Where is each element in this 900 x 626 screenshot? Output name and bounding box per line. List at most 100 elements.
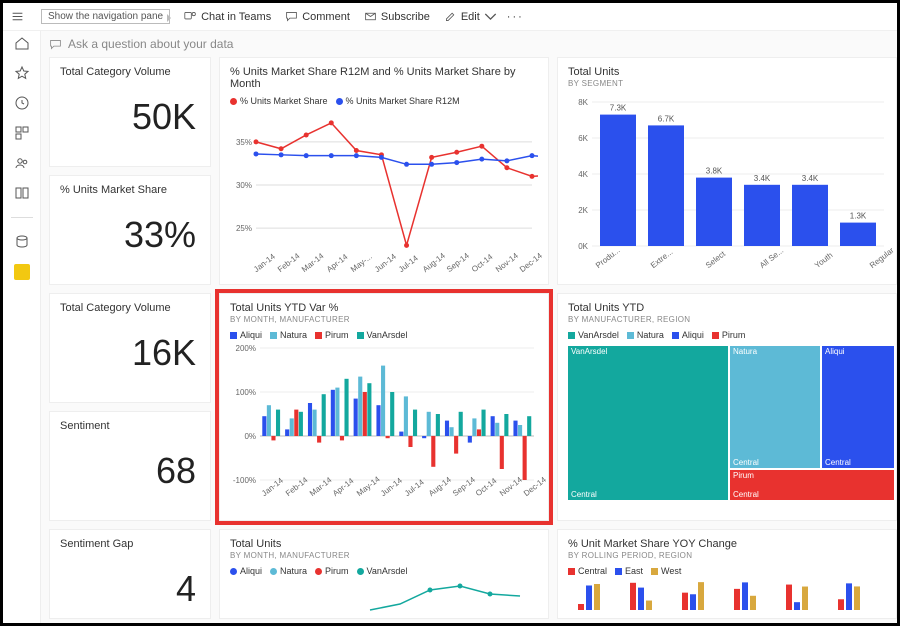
kpi-title: Total Category Volume xyxy=(60,302,200,314)
kpi-category-volume[interactable]: Total Category Volume 50K xyxy=(49,57,211,167)
legend-item: VanArsdel xyxy=(578,330,619,340)
powerbi-icon[interactable] xyxy=(14,264,30,280)
dashboard-canvas: Ask a question about your data Total Cat… xyxy=(41,31,897,623)
tile-title: Total Units xyxy=(230,538,538,550)
kpi-value: 33% xyxy=(60,214,200,256)
home-icon[interactable] xyxy=(14,35,30,51)
tile-total-units-mfr[interactable]: Total Units BY MONTH, MANUFACTURER Aliqu… xyxy=(219,529,549,619)
kpi-sentiment[interactable]: Sentiment 68 xyxy=(49,411,211,521)
kpi-value: 68 xyxy=(60,450,200,492)
tile-title: % Units Market Share R12M and % Units Ma… xyxy=(230,66,538,90)
legend-item: Central xyxy=(578,566,607,576)
chat-teams-button[interactable]: Chat in Teams xyxy=(184,10,271,23)
tree-node-aliqui[interactable]: AliquiCentral xyxy=(822,346,894,468)
svg-text:3.4K: 3.4K xyxy=(802,174,819,183)
svg-text:7.3K: 7.3K xyxy=(610,104,627,113)
bar-chart: 0K2K4K6K8K7.3K6.7K3.8K3.4K3.4K1.3K xyxy=(568,88,888,256)
legend: Aliqui Natura Pirum VanArsdel xyxy=(230,330,538,340)
nav-pane-tooltip: Show the navigation pane xyxy=(41,9,170,24)
kpi-title: % Units Market Share xyxy=(60,184,200,196)
treemap: VanArsdelCentral NaturaCentral AliquiCen… xyxy=(568,346,886,500)
more-button[interactable]: ··· xyxy=(507,11,524,23)
svg-text:2K: 2K xyxy=(578,206,588,215)
people-icon[interactable] xyxy=(14,155,30,171)
top-toolbar: Show the navigation pane Chat in Teams C… xyxy=(3,3,897,31)
comment-icon xyxy=(285,10,298,23)
comment-label: Comment xyxy=(302,11,350,23)
legend-item: West xyxy=(661,566,681,576)
kpi-title: Total Category Volume xyxy=(60,66,200,78)
comment-button[interactable]: Comment xyxy=(285,10,350,23)
legend-item: Aliqui xyxy=(240,566,262,576)
tile-title: Total Units YTD Var % xyxy=(230,302,538,314)
legend-item: % Units Market Share R12M xyxy=(346,96,460,106)
svg-text:6.7K: 6.7K xyxy=(658,114,675,123)
data-icon[interactable] xyxy=(14,234,30,250)
svg-text:0K: 0K xyxy=(578,242,588,251)
svg-text:35%: 35% xyxy=(236,138,252,147)
chevron-down-icon xyxy=(484,10,497,23)
legend-item: Pirum xyxy=(722,330,746,340)
tile-share-trend[interactable]: % Units Market Share R12M and % Units Ma… xyxy=(219,57,549,285)
tile-subtitle: BY ROLLING PERIOD, REGION xyxy=(568,551,886,560)
legend-item: VanArsdel xyxy=(367,330,408,340)
tile-title: Total Units xyxy=(568,66,886,78)
legend-item: Natura xyxy=(280,566,307,576)
apps-icon[interactable] xyxy=(14,125,30,141)
svg-text:8K: 8K xyxy=(578,98,588,107)
tree-node-pirum[interactable]: PirumCentral xyxy=(730,470,894,500)
legend: % Units Market Share % Units Market Shar… xyxy=(230,96,538,106)
qa-placeholder: Ask a question about your data xyxy=(68,37,233,51)
svg-text:1.3K: 1.3K xyxy=(850,212,867,221)
tile-subtitle: BY MONTH, MANUFACTURER xyxy=(230,315,538,324)
line-chart-partial xyxy=(230,580,538,615)
legend: VanArsdel Natura Aliqui Pirum xyxy=(568,330,886,340)
kpi-title: Sentiment xyxy=(60,420,200,432)
qa-input[interactable]: Ask a question about your data xyxy=(49,37,889,51)
tile-units-segment[interactable]: Total Units BY SEGMENT 0K 2K 4K 6K 8K 7.3K 6.7… xyxy=(557,57,897,285)
svg-text:4K: 4K xyxy=(578,170,588,179)
legend-item: Pirum xyxy=(325,566,349,576)
legend-item: Pirum xyxy=(325,330,349,340)
line-chart: 25% 30% 35% xyxy=(230,110,538,260)
bar-chart-partial xyxy=(568,580,888,610)
edit-label: Edit xyxy=(461,11,480,23)
kpi-value: 50K xyxy=(60,96,200,138)
chat-label: Chat in Teams xyxy=(201,11,271,23)
svg-text:-100%: -100% xyxy=(233,476,256,484)
legend-item: VanArsdel xyxy=(367,566,408,576)
x-axis: Produ...Extre...SelectAll Se...YouthRegu… xyxy=(568,263,886,281)
tree-node-vanarsdel[interactable]: VanArsdelCentral xyxy=(568,346,728,500)
tile-ytd-var[interactable]: Total Units YTD Var % BY MONTH, MANUFACT… xyxy=(219,293,549,521)
bar-chart: -100%0%100%200% xyxy=(230,344,538,484)
svg-text:6K: 6K xyxy=(578,134,588,143)
legend-item: Natura xyxy=(637,330,664,340)
legend-item: Natura xyxy=(280,330,307,340)
svg-text:25%: 25% xyxy=(236,224,252,233)
kpi-market-share[interactable]: % Units Market Share 33% xyxy=(49,175,211,285)
x-axis: Jan-14Feb-14Mar-14Apr-14May-14Jun-14Jul-… xyxy=(230,491,538,509)
svg-text:100%: 100% xyxy=(236,388,256,397)
tile-ytd-tree[interactable]: Total Units YTD BY MANUFACTURER, REGION … xyxy=(557,293,897,521)
svg-text:3.8K: 3.8K xyxy=(706,167,723,176)
tile-title: Total Units YTD xyxy=(568,302,886,314)
svg-text:0%: 0% xyxy=(244,432,256,441)
workspace-icon[interactable] xyxy=(14,185,30,201)
tree-node-natura[interactable]: NaturaCentral xyxy=(730,346,820,468)
menu-icon[interactable] xyxy=(11,10,24,23)
kpi-title: Sentiment Gap xyxy=(60,538,200,550)
subscribe-button[interactable]: Subscribe xyxy=(364,10,430,23)
tile-yoy[interactable]: % Unit Market Share YOY Change BY ROLLIN… xyxy=(557,529,897,619)
svg-text:30%: 30% xyxy=(236,181,252,190)
pencil-icon xyxy=(444,10,457,23)
edit-button[interactable]: Edit xyxy=(444,10,497,23)
tile-subtitle: BY SEGMENT xyxy=(568,79,886,88)
legend-item: % Units Market Share xyxy=(240,96,328,106)
tile-title: % Unit Market Share YOY Change xyxy=(568,538,886,550)
kpi-category-volume-2[interactable]: Total Category Volume 16K xyxy=(49,293,211,403)
clock-icon[interactable] xyxy=(14,95,30,111)
star-icon[interactable] xyxy=(14,65,30,81)
legend: Central East West xyxy=(568,566,886,576)
kpi-sentiment-gap[interactable]: Sentiment Gap 4 xyxy=(49,529,211,619)
nav-separator xyxy=(11,217,33,218)
